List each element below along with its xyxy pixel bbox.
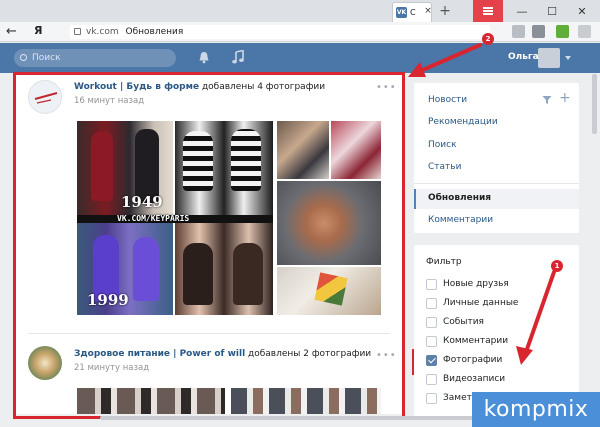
- kompmix-watermark: kompmix: [472, 392, 600, 427]
- annotation-badge-2: 2: [482, 33, 494, 45]
- annotation-badge-1: 1: [551, 260, 563, 272]
- annotation-arrows: [408, 43, 556, 365]
